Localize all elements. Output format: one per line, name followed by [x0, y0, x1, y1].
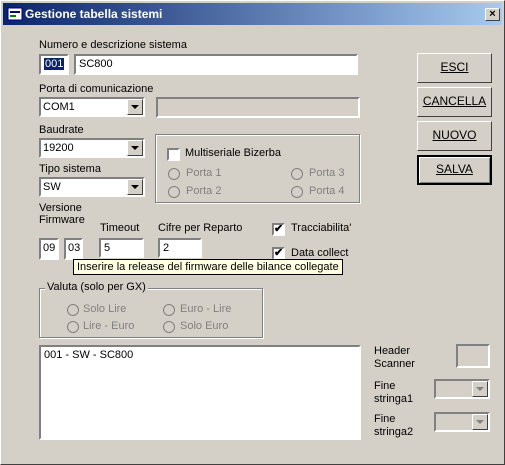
header-scanner-input[interactable]	[456, 344, 490, 368]
salva-button[interactable]: SALVA	[417, 155, 492, 185]
chevron-down-icon[interactable]	[472, 381, 488, 397]
timeout-input[interactable]: 5	[99, 238, 144, 258]
header-scanner-label-line2: Scanner	[374, 358, 415, 370]
baudrate-value: 19200	[43, 142, 74, 154]
system-code-input[interactable]: 001	[39, 54, 69, 75]
firmware-minor-input[interactable]: 03	[64, 238, 83, 260]
system-code-value: 001	[44, 58, 65, 70]
chevron-down-icon[interactable]	[127, 140, 143, 156]
chevron-down-icon[interactable]	[472, 414, 488, 430]
list-item[interactable]: 001 - SW - SC800	[41, 347, 359, 363]
window-title: Gestione tabella sistemi	[25, 7, 163, 21]
nuovo-button[interactable]: NUOVO	[417, 121, 492, 151]
close-icon: ×	[489, 8, 496, 20]
esci-button[interactable]: ESCI	[417, 53, 492, 83]
porta-select[interactable]: COM1	[39, 97, 145, 117]
cifre-input[interactable]: 2	[158, 238, 202, 258]
firmware-major-input[interactable]: 09	[39, 238, 59, 260]
porta-1-label: Porta 1	[186, 167, 222, 179]
valuta-title: Valuta (solo per GX)	[45, 281, 148, 293]
lire-euro-radio	[67, 321, 79, 333]
close-button[interactable]: ×	[485, 8, 500, 21]
porta-3-label: Porta 3	[309, 167, 345, 179]
porta-label: Porta di comunicazione	[39, 83, 154, 95]
fine-stringa1-label-line1: Fine	[374, 380, 396, 392]
fine-stringa1-label-line2: stringa1	[374, 393, 414, 405]
multiseriale-label: Multiseriale Bizerba	[185, 147, 281, 159]
fine-stringa2-select[interactable]	[434, 412, 490, 432]
fine-stringa2-label-line1: Fine	[374, 413, 396, 425]
dialog-window: Gestione tabella sistemi × Numero e desc…	[0, 0, 505, 465]
solo-lire-radio	[67, 304, 79, 316]
porta-extra-field	[156, 97, 360, 118]
system-description-input[interactable]: SC800	[74, 54, 358, 75]
euro-lire-label: Euro - Lire	[180, 303, 232, 315]
versione-label-line2: Firmware	[39, 214, 85, 226]
solo-euro-radio	[163, 321, 175, 333]
tracciabilita-checkbox[interactable]: ✔	[272, 223, 285, 236]
timeout-label: Timeout	[100, 222, 140, 234]
header-scanner-label-line1: Header	[374, 345, 411, 357]
firmware-tooltip: Inserire la release del firmware delle b…	[73, 259, 343, 275]
fine-stringa1-select[interactable]	[434, 379, 490, 399]
cifre-label: Cifre per Reparto	[158, 222, 243, 234]
porta-3-radio	[291, 168, 303, 180]
porta-1-radio	[168, 168, 180, 180]
baudrate-label: Baudrate	[39, 124, 84, 136]
euro-lire-radio	[163, 304, 175, 316]
tipo-label: Tipo sistema	[39, 163, 101, 175]
porta-2-radio	[168, 186, 180, 198]
solo-lire-label: Solo Lire	[83, 303, 127, 315]
tracciabilita-label: Tracciabilita'	[291, 222, 352, 234]
chevron-down-icon[interactable]	[127, 99, 143, 115]
data-collect-label: Data collect	[291, 247, 349, 259]
solo-euro-label: Solo Euro	[180, 320, 229, 332]
porta-4-label: Porta 4	[309, 185, 345, 197]
porta-2-label: Porta 2	[186, 185, 222, 197]
porta-4-radio	[291, 186, 303, 198]
tipo-select[interactable]: SW	[39, 177, 145, 197]
systems-list[interactable]: 001 - SW - SC800	[39, 345, 361, 440]
numero-label: Numero e descrizione sistema	[39, 39, 187, 51]
porta-value: COM1	[43, 101, 75, 113]
app-icon	[7, 7, 23, 21]
cancella-button[interactable]: CANCELLA	[417, 87, 492, 117]
fine-stringa2-label-line2: stringa2	[374, 426, 414, 438]
baudrate-select[interactable]: 19200	[39, 138, 145, 158]
multiseriale-checkbox[interactable]	[167, 148, 180, 161]
versione-label-line1: Versione	[39, 202, 82, 214]
title-bar: Gestione tabella sistemi ×	[3, 3, 502, 25]
chevron-down-icon[interactable]	[127, 179, 143, 195]
lire-euro-label: Lire - Euro	[83, 320, 135, 332]
tipo-value: SW	[43, 181, 61, 193]
